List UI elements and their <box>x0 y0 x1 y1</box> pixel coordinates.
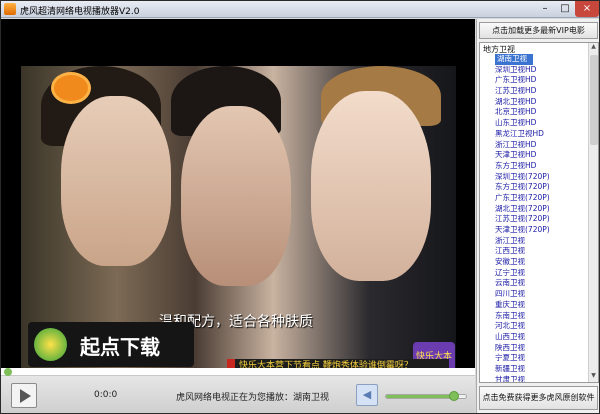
channel-item[interactable]: 东南卫视 <box>495 311 587 322</box>
channel-item[interactable]: 四川卫视 <box>495 289 587 300</box>
channel-item[interactable]: 河北卫视 <box>495 321 587 332</box>
list-scrollbar[interactable]: ▲ ▼ <box>588 43 598 382</box>
station-logo-icon <box>51 72 91 104</box>
channel-item[interactable]: 江苏卫视(720P) <box>495 214 587 225</box>
volume-slider[interactable] <box>385 391 467 401</box>
channel-item[interactable]: 宁夏卫视 <box>495 353 587 364</box>
channel-list[interactable]: 地方卫视 湖南卫视 深圳卫视HD 广东卫视HD 江苏卫视HD 湖北卫视HD 北京卫视HD 山… <box>479 42 599 383</box>
scroll-thumb[interactable] <box>590 55 598 145</box>
channel-item[interactable]: 广东卫视(720P) <box>495 193 587 204</box>
channel-item[interactable]: 新疆卫视 <box>495 364 587 375</box>
window-title: 虎风超清网络电视播放器V2.0 <box>20 7 140 17</box>
channel-item[interactable]: 重庆卫视 <box>495 300 587 311</box>
volume-handle[interactable] <box>449 391 459 401</box>
channel-item[interactable]: 湖北卫视(720P) <box>495 204 587 215</box>
face-image <box>61 96 171 266</box>
channel-items: 湖南卫视 深圳卫视HD 广东卫视HD 江苏卫视HD 湖北卫视HD 北京卫视HD 山东卫视HD… <box>495 54 587 382</box>
watermark-logo: 起点下载 <box>28 322 194 367</box>
close-button[interactable]: × <box>575 1 599 17</box>
watermark-text: 起点下载 <box>80 335 160 359</box>
channel-panel: 点击加载更多最新VIP电影 地方卫视 湖南卫视 深圳卫视HD 广东卫视HD 江苏卫视H… <box>476 19 599 413</box>
elapsed-time: 0:0:0 <box>94 390 118 400</box>
maximize-button[interactable]: □ <box>555 1 575 17</box>
channel-item[interactable]: 湖南卫视 <box>495 54 533 65</box>
channel-item[interactable]: 江苏卫视HD <box>495 86 587 97</box>
watermark-icon <box>34 328 67 361</box>
face-image <box>181 106 291 286</box>
channel-item[interactable]: 陕西卫视 <box>495 343 587 354</box>
scroll-down-icon[interactable]: ▼ <box>589 372 598 382</box>
load-vip-movies-button[interactable]: 点击加载更多最新VIP电影 <box>479 22 598 39</box>
channel-item[interactable]: 浙江卫视HD <box>495 140 587 151</box>
seek-handle[interactable] <box>4 368 12 376</box>
control-bar: 0:0:0 虎风网络电视正在为您播放：湖南卫视 ◀ <box>1 376 475 413</box>
channel-item[interactable]: 安徽卫视 <box>495 257 587 268</box>
channel-item[interactable]: 北京卫视HD <box>495 107 587 118</box>
channel-item[interactable]: 云南卫视 <box>495 278 587 289</box>
minimize-button[interactable]: – <box>535 1 555 17</box>
play-button[interactable] <box>11 383 37 408</box>
free-software-button[interactable]: 点击免费获得更多虎风原创软件 <box>479 386 598 410</box>
face-image <box>311 91 431 281</box>
channel-item[interactable]: 湖北卫视HD <box>495 97 587 108</box>
playback-status: 虎风网络电视正在为您播放：湖南卫视 <box>176 393 330 403</box>
video-area[interactable]: 快乐大本营 温和配方，适合各种肤质 快乐大本营下节看点 鞭炮秀体验谁倒霉呀？ 起… <box>1 19 475 368</box>
channel-item[interactable]: 浙江卫视 <box>495 236 587 247</box>
channel-item[interactable]: 山东卫视HD <box>495 118 587 129</box>
scroll-up-icon[interactable]: ▲ <box>589 43 598 53</box>
speaker-icon: ◀ <box>362 388 372 401</box>
news-ticker: 快乐大本营下节看点 鞭炮秀体验谁倒霉呀？ <box>227 359 449 368</box>
channel-item[interactable]: 天津卫视HD <box>495 150 587 161</box>
volume-fill <box>386 395 454 398</box>
channel-item[interactable]: 山西卫视 <box>495 332 587 343</box>
channel-item[interactable]: 东方卫视(720P) <box>495 182 587 193</box>
seek-bar[interactable] <box>1 368 475 376</box>
play-icon <box>20 389 31 403</box>
channel-item[interactable]: 天津卫视(720P) <box>495 225 587 236</box>
app-icon <box>4 3 16 15</box>
title-bar[interactable]: 虎风超清网络电视播放器V2.0 – □ × <box>1 1 599 18</box>
channel-item[interactable]: 甘肃卫视 <box>495 375 587 382</box>
mute-button[interactable]: ◀ <box>356 384 378 406</box>
channel-item[interactable]: 深圳卫视(720P) <box>495 172 587 183</box>
channel-item[interactable]: 黑龙江卫视HD <box>495 129 587 140</box>
channel-item[interactable]: 东方卫视HD <box>495 161 587 172</box>
channel-item[interactable]: 深圳卫视HD <box>495 65 587 76</box>
channel-item[interactable]: 江西卫视 <box>495 246 587 257</box>
channel-item[interactable]: 辽宁卫视 <box>495 268 587 279</box>
player-window: 虎风超清网络电视播放器V2.0 – □ × 快乐大本营 温和配方，适合各种肤质 … <box>0 0 600 414</box>
channel-item[interactable]: 广东卫视HD <box>495 75 587 86</box>
